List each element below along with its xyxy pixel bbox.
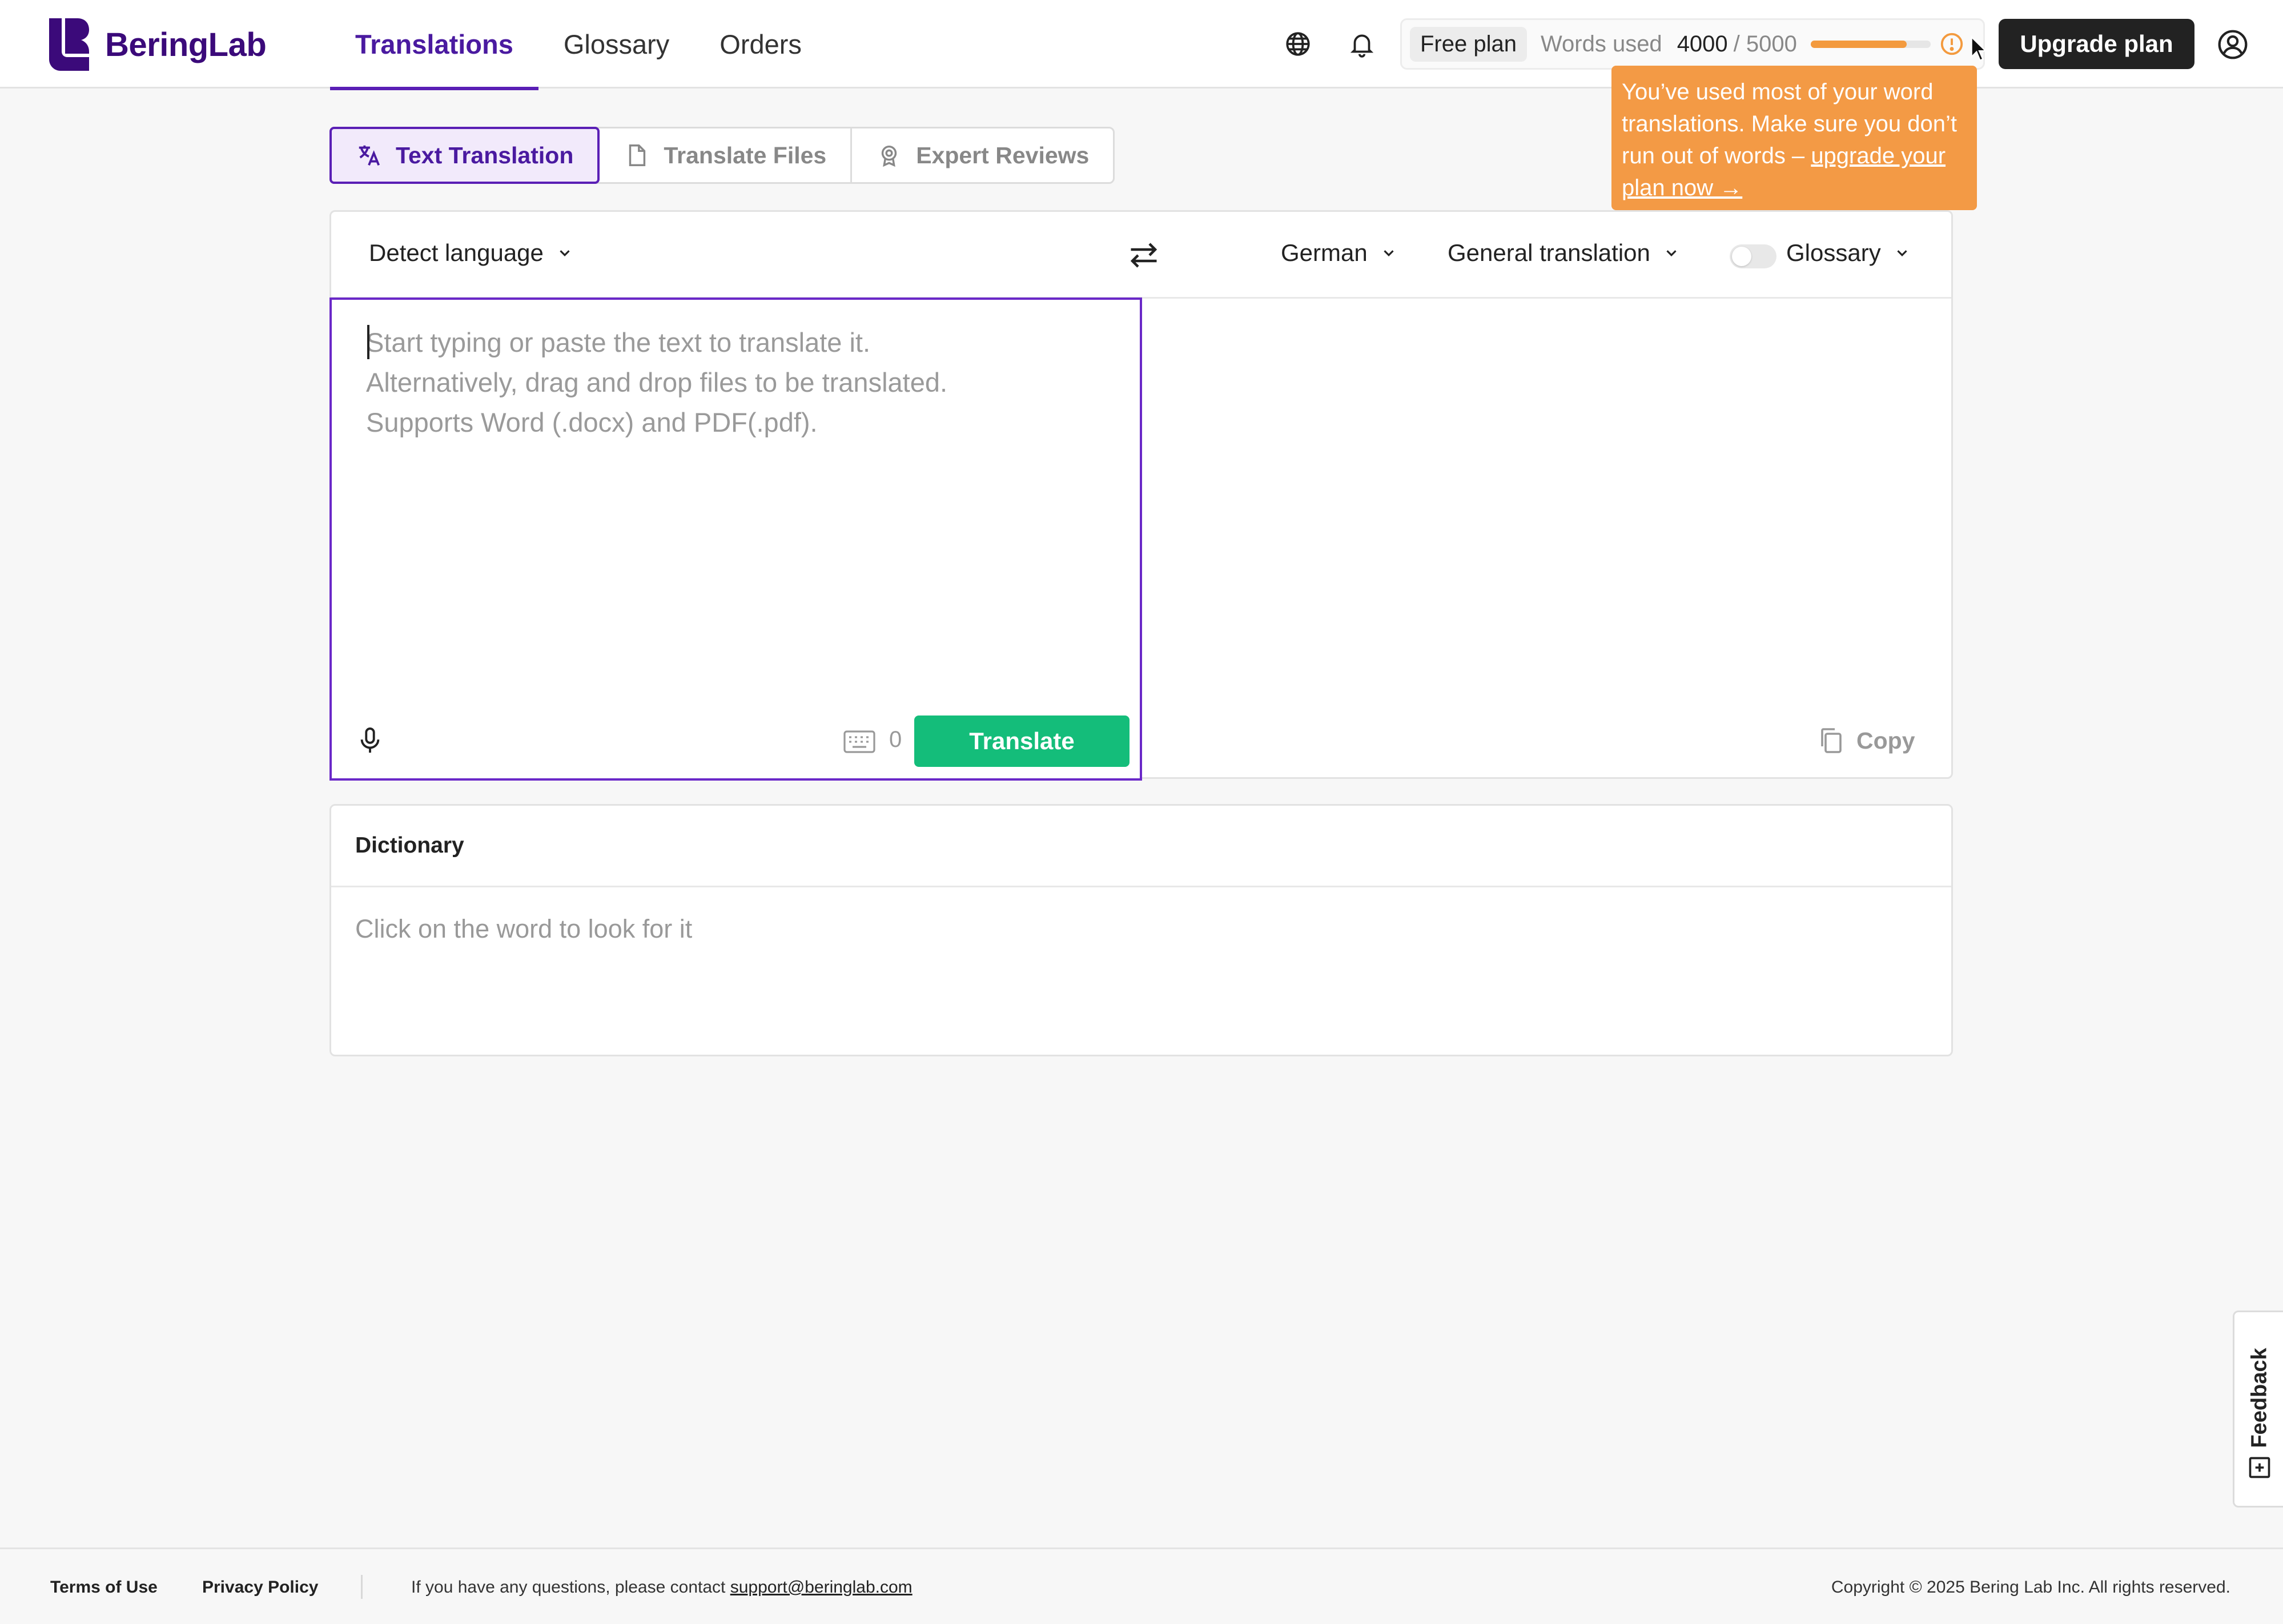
tab-expert-reviews[interactable]: Expert Reviews xyxy=(852,128,1113,182)
tab-translate-files[interactable]: Translate Files xyxy=(600,128,853,182)
add-feedback-icon xyxy=(2249,1457,2270,1478)
source-text-input[interactable] xyxy=(366,323,1108,677)
dictionary-hint: Click on the word to look for it xyxy=(355,914,693,943)
translation-mode-tabs: Text Translation Translate Files Expert … xyxy=(329,127,1115,184)
glossary-toggle[interactable] xyxy=(1730,244,1776,268)
nav-translations-label: Translations xyxy=(355,29,513,59)
chevron-down-icon xyxy=(1897,250,1907,256)
warning-icon[interactable] xyxy=(1939,31,1965,57)
main-nav: Translations Glossary Orders xyxy=(330,0,827,90)
translation-mode-dropdown[interactable]: General translation xyxy=(1448,239,1680,267)
source-text-area: 0 Translate xyxy=(329,298,1142,781)
copy-icon xyxy=(1821,728,1842,753)
target-language-dropdown[interactable]: German xyxy=(1281,239,1397,267)
nav-orders[interactable]: Orders xyxy=(694,0,827,89)
bell-icon[interactable] xyxy=(1348,30,1376,58)
support-email-link[interactable]: support@beringlab.com xyxy=(730,1578,913,1597)
tab-expert-reviews-label: Expert Reviews xyxy=(916,142,1090,168)
source-language-dropdown[interactable]: Detect language xyxy=(369,239,573,267)
translation-mode-label: General translation xyxy=(1448,239,1650,266)
tab-text-translation[interactable]: Text Translation xyxy=(329,127,600,184)
swap-languages-icon[interactable] xyxy=(1127,238,1161,272)
glossary-dropdown[interactable]: Glossary xyxy=(1786,239,1911,267)
translation-panel: Detect language German General translati… xyxy=(329,210,1953,781)
account-icon[interactable] xyxy=(2217,29,2249,61)
translate-button[interactable]: Translate xyxy=(914,715,1130,767)
footer-contact: If you have any questions, please contac… xyxy=(411,1578,913,1597)
words-total: / 5000 xyxy=(1733,31,1797,57)
character-count: 0 xyxy=(889,727,902,752)
words-used-count: 4000 xyxy=(1677,31,1728,57)
globe-icon[interactable] xyxy=(1284,30,1312,58)
tab-text-translation-label: Text Translation xyxy=(396,142,574,168)
language-toolbar: Detect language German General translati… xyxy=(331,212,1951,299)
upgrade-plan-button[interactable]: Upgrade plan xyxy=(1999,19,2194,69)
copy-button[interactable]: Copy xyxy=(1819,727,1915,754)
chevron-down-icon xyxy=(560,250,570,256)
contact-text: If you have any questions, please contac… xyxy=(411,1578,726,1597)
beringlab-logo-icon xyxy=(49,18,89,71)
privacy-policy-link[interactable]: Privacy Policy xyxy=(202,1578,318,1597)
usage-progress-bar xyxy=(1810,40,1931,48)
file-icon xyxy=(629,144,646,166)
chevron-down-icon xyxy=(1384,250,1394,256)
footer-divider xyxy=(361,1575,363,1599)
mouse-cursor-icon xyxy=(1971,35,1987,62)
nav-glossary-label: Glossary xyxy=(563,29,670,59)
microphone-icon[interactable] xyxy=(357,725,383,756)
copy-label: Copy xyxy=(1856,727,1915,754)
badge-icon xyxy=(882,145,897,167)
tab-translate-files-label: Translate Files xyxy=(664,142,827,168)
nav-glossary[interactable]: Glossary xyxy=(538,0,694,89)
feedback-button[interactable]: Feedback xyxy=(2233,1311,2283,1508)
terms-of-use-link[interactable]: Terms of Use xyxy=(50,1578,158,1597)
words-used-label: Words used xyxy=(1540,31,1662,57)
glossary-toggle-knob xyxy=(1732,247,1751,266)
usage-progress-fill xyxy=(1810,40,1907,48)
chevron-down-icon xyxy=(1666,250,1677,256)
feedback-label: Feedback xyxy=(2247,1348,2271,1448)
dictionary-title: Dictionary xyxy=(331,806,1951,887)
nav-translations[interactable]: Translations xyxy=(330,0,538,90)
copyright-text: Copyright © 2025 Bering Lab Inc. All rig… xyxy=(1831,1578,2230,1597)
brand-name: BeringLab xyxy=(105,26,267,63)
source-language-label: Detect language xyxy=(369,239,544,266)
target-language-label: German xyxy=(1281,239,1368,266)
dictionary-panel: Dictionary Click on the word to look for… xyxy=(329,804,1953,1056)
text-caret xyxy=(367,325,369,359)
nav-orders-label: Orders xyxy=(720,29,802,59)
glossary-label: Glossary xyxy=(1786,239,1881,266)
plan-badge: Free plan xyxy=(1410,26,1527,62)
translate-icon xyxy=(359,145,380,166)
word-usage-panel: Free plan Words used 4000 / 5000 xyxy=(1400,18,1985,70)
usage-warning-tooltip: You’ve used most of your word translatio… xyxy=(1611,66,1977,210)
page-footer: Terms of Use Privacy Policy If you have … xyxy=(0,1547,2283,1624)
brand-logo[interactable]: BeringLab xyxy=(49,18,267,71)
keyboard-icon xyxy=(843,730,875,753)
